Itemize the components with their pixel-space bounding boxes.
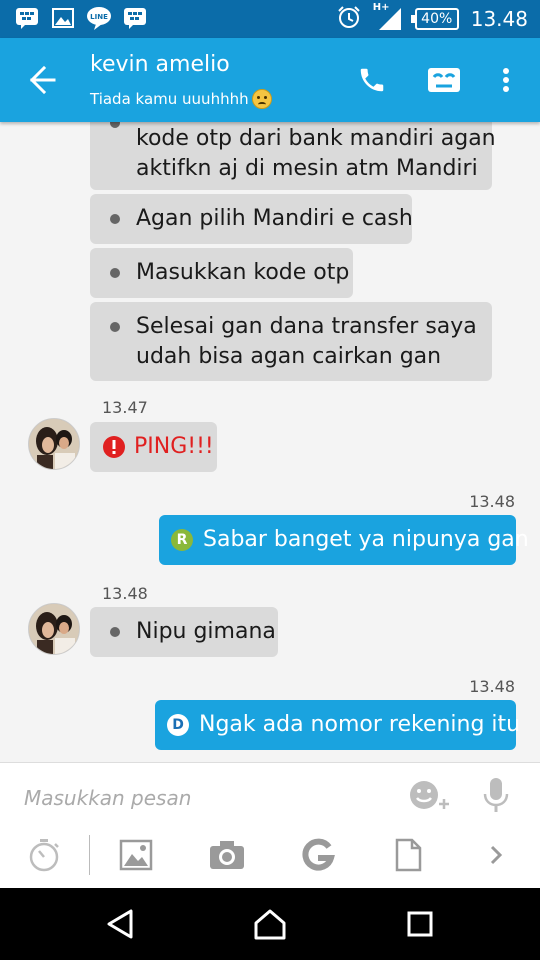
back-triangle-icon: [107, 909, 133, 939]
message-text: aktifkn aj di mesin atm Mandiri: [136, 156, 478, 181]
document-button[interactable]: [386, 833, 430, 877]
camera-button[interactable]: [205, 833, 249, 877]
add-emoji-icon: [410, 781, 449, 809]
overflow-menu-button[interactable]: [486, 60, 526, 100]
message-bubble-outgoing[interactable]: R Sabar banget ya nipunya gan: [159, 515, 529, 565]
nav-home-button[interactable]: [248, 902, 292, 946]
message-bubble-outgoing[interactable]: D Ngak ada nomor rekening itu: [155, 700, 520, 750]
message-text: kode otp dari bank mandiri agan: [136, 126, 496, 151]
message-text: Sabar banget ya nipunya gan: [203, 527, 529, 552]
message-text: Nipu gimana: [136, 619, 276, 644]
timer-button[interactable]: [22, 833, 66, 877]
chat-header: kevin amelio Tiada kamu uuuhhhh: [0, 38, 540, 122]
phone-icon: [360, 68, 384, 92]
timer-icon: [29, 839, 59, 872]
network-type: H+: [372, 2, 390, 13]
svg-text:LINE: LINE: [90, 13, 108, 21]
microphone-icon: [483, 778, 509, 812]
contact-name[interactable]: kevin amelio: [90, 52, 230, 77]
message-timestamp: 13.48: [469, 677, 515, 696]
status-bar: LINE H+ 40% 13.48: [0, 0, 540, 38]
camera-icon: [210, 841, 244, 869]
message-text: Selesai gan dana transfer saya: [136, 314, 477, 339]
ping-message[interactable]: PING!!!: [90, 422, 217, 472]
system-nav-bar: [0, 888, 540, 960]
chat-messages[interactable]: kode otp dari bank mandiri agan aktifkn …: [0, 122, 540, 762]
message-text: udah bisa agan cairkan gan: [136, 344, 442, 369]
line-icon: LINE: [86, 6, 112, 30]
bullet-icon: [110, 268, 120, 278]
chevron-right-icon: [490, 845, 503, 865]
google-button[interactable]: [296, 833, 340, 877]
bullet-icon: [110, 122, 120, 128]
home-icon: [254, 909, 286, 940]
compose-bar: [0, 762, 540, 888]
avatar-photo: [29, 604, 79, 654]
bbm-icon: [14, 6, 40, 30]
nav-recents-button[interactable]: [398, 902, 442, 946]
voice-input-button[interactable]: [474, 773, 518, 817]
video-chat-button[interactable]: [424, 60, 464, 100]
notification-icons: LINE: [14, 6, 148, 30]
toolbar-divider: [89, 835, 90, 875]
image-icon: [119, 839, 153, 871]
signal-icon: H+: [373, 2, 403, 32]
message-timestamp: 13.47: [102, 398, 148, 417]
nav-back-button[interactable]: [98, 902, 142, 946]
recents-icon: [407, 911, 433, 937]
mask-icon: [428, 68, 460, 92]
message-text: Ngak ada nomor rekening itu: [199, 712, 521, 737]
alert-icon: [103, 436, 125, 458]
message-bubble-incoming[interactable]: Selesai gan dana transfer saya udah bisa…: [90, 302, 492, 381]
back-button[interactable]: [22, 62, 62, 98]
message-bubble-incoming[interactable]: Nipu gimana: [90, 607, 278, 657]
arrow-left-icon: [29, 65, 56, 95]
contact-avatar[interactable]: [28, 603, 80, 655]
message-timestamp: 13.48: [469, 492, 515, 511]
read-status-badge: R: [171, 529, 193, 551]
delivered-status-badge: D: [167, 714, 189, 736]
more-vertical-icon: [503, 68, 509, 92]
emoji-button[interactable]: [408, 773, 452, 817]
bbm-icon: [122, 6, 148, 30]
image-button[interactable]: [114, 833, 158, 877]
bullet-icon: [110, 627, 120, 637]
message-text: Agan pilih Mandiri e cash: [136, 206, 413, 231]
gallery-icon: [50, 6, 76, 30]
message-input[interactable]: [24, 781, 394, 815]
message-bubble-incoming[interactable]: Masukkan kode otp: [90, 248, 353, 298]
avatar-photo: [29, 419, 79, 469]
alarm-icon: [337, 5, 361, 33]
message-timestamp: 13.48: [102, 584, 148, 603]
bullet-icon: [110, 214, 120, 224]
battery-indicator: 40%: [410, 8, 459, 30]
status-time: 13.48: [470, 7, 528, 31]
status-message: Tiada kamu uuuhhhh: [90, 90, 249, 108]
more-attachments-button[interactable]: [474, 833, 518, 877]
contact-status: Tiada kamu uuuhhhh: [90, 89, 272, 109]
message-bubble-incoming[interactable]: Agan pilih Mandiri e cash: [90, 194, 413, 244]
sad-face-icon: [251, 89, 272, 109]
call-button[interactable]: [352, 60, 392, 100]
google-icon: [302, 838, 335, 871]
contact-avatar[interactable]: [28, 418, 80, 470]
bullet-icon: [110, 322, 120, 332]
message-bubble-incoming[interactable]: kode otp dari bank mandiri agan aktifkn …: [90, 122, 496, 190]
message-text: Masukkan kode otp: [136, 260, 350, 285]
ping-text: PING!!!: [134, 434, 214, 459]
document-icon: [395, 838, 422, 872]
